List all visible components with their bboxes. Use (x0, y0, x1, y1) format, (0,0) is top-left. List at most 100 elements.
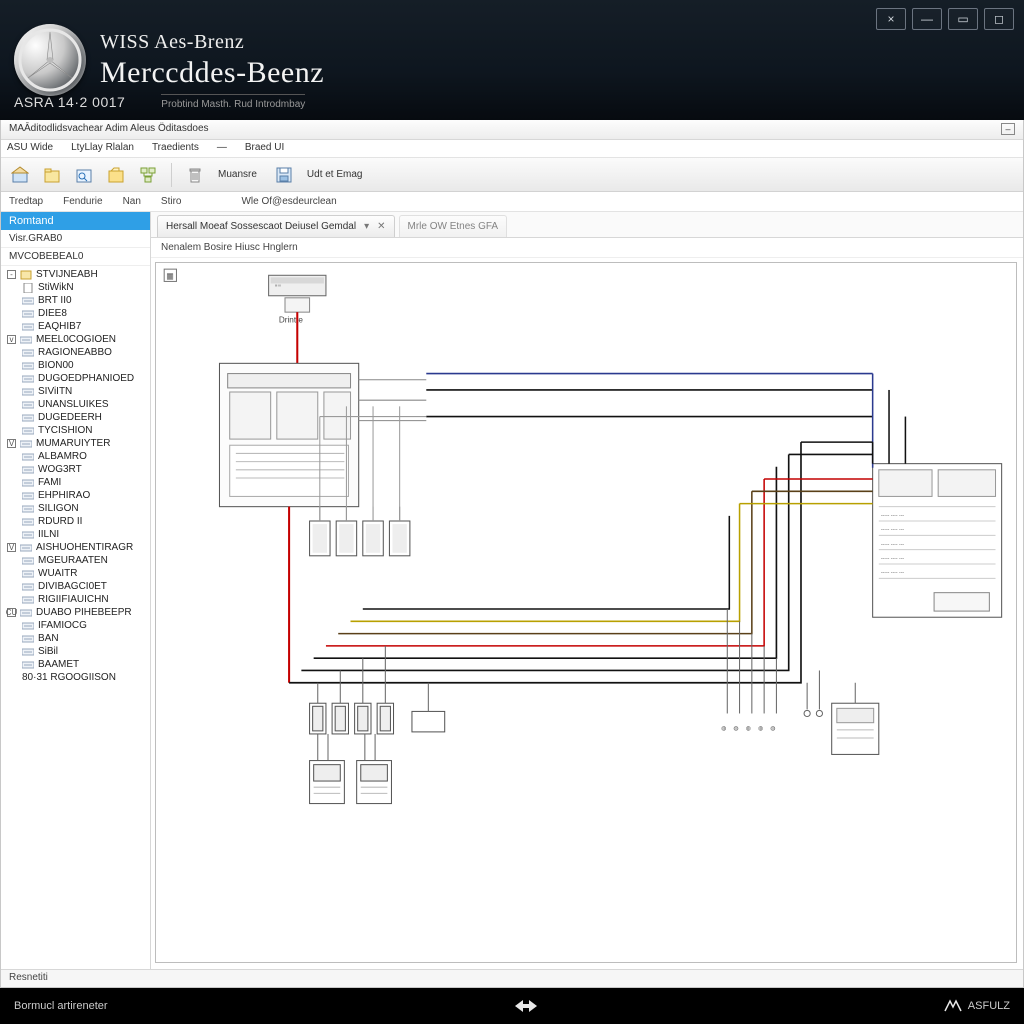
tree-item-20[interactable]: IILNI (1, 528, 150, 541)
tree-item-16[interactable]: FAMI (1, 476, 150, 489)
tree-toggle-icon[interactable]: V (7, 543, 16, 552)
tree-item-0[interactable]: -STVIJNEABH (1, 268, 150, 281)
tree-item-23[interactable]: WUAITR (1, 567, 150, 580)
tree-item-26[interactable]: CU DUABO PIHEBEEPR (1, 606, 150, 619)
document-tab-active[interactable]: Hersall Moeaf Sossescaot Deiusel Gemdal … (157, 215, 395, 237)
tree-toggle-icon[interactable]: V (7, 439, 16, 448)
tree-item-18[interactable]: SILIGON (1, 502, 150, 515)
breadcrumb: Nenalem Bosire Hiusc Hnglern (151, 238, 1023, 258)
subtool-4[interactable]: Wle Of@esdeurclean (241, 196, 336, 207)
tool-home-button[interactable] (7, 162, 33, 188)
tree-item-15[interactable]: WOG3RT (1, 463, 150, 476)
product-line: Probtind Masth. Rud Introdmbay (161, 94, 305, 110)
svg-text:----- ---- ---: ----- ---- --- (881, 527, 905, 533)
subtool-0[interactable]: Tredtap (9, 196, 43, 207)
svg-text:▦: ▦ (166, 271, 174, 280)
tree-item-17[interactable]: EHPHIRAO (1, 489, 150, 502)
footer-logo-icon (509, 995, 543, 1017)
document-tab-inactive[interactable]: Mrle OW Etnes GFA (399, 215, 508, 237)
svg-text:----- ---- ---: ----- ---- --- (881, 556, 905, 562)
tree-item-7[interactable]: BION00 (1, 359, 150, 372)
tree-item-label: MUMARUIYTER (36, 438, 110, 449)
tree-item-12[interactable]: TYCISHION (1, 424, 150, 437)
tree-item-27[interactable]: IFAMIOCG (1, 619, 150, 632)
tree-item-30[interactable]: BAAMET (1, 658, 150, 671)
svg-text:◍: ◍ (733, 725, 738, 732)
tree-item-9[interactable]: SIViITN (1, 385, 150, 398)
document-title: MAĀditodlidsvachear Adim Aleus Öditasdoe… (9, 123, 209, 136)
navigation-sidebar: Romtand Visr.GRAB0 MVCOBEBEAL0 -STVIJNEA… (1, 212, 151, 969)
window-maximize-button[interactable]: ◻ (984, 8, 1014, 30)
tree-toggle-icon[interactable]: v (7, 335, 16, 344)
titlebar-minimize-button[interactable]: – (1001, 123, 1015, 135)
tree-item-11[interactable]: DUGEDEERH (1, 411, 150, 424)
tool-folder-button[interactable] (103, 162, 129, 188)
tree-item-label: DUGOEDPHANIOED (38, 373, 134, 384)
svg-text:III III: III III (275, 284, 281, 288)
svg-text:◍: ◍ (758, 725, 763, 732)
tool-tree-button[interactable] (135, 162, 161, 188)
tree-item-label: SILIGON (38, 503, 79, 514)
tree-item-2[interactable]: BRT II0 (1, 294, 150, 307)
tool-save-button[interactable] (271, 162, 297, 188)
tree-item-label: WUAITR (38, 568, 77, 579)
tree-item-14[interactable]: ALBAMRO (1, 450, 150, 463)
tree-item-1[interactable]: StiWikN (1, 281, 150, 294)
tree-item-10[interactable]: UNANSLUIKES (1, 398, 150, 411)
window-help-button[interactable]: × (876, 8, 906, 30)
tree-item-label: TYCISHION (38, 425, 92, 436)
tree-item-22[interactable]: MGEURAATEN (1, 554, 150, 567)
tree-item-13[interactable]: V MUMARUIYTER (1, 437, 150, 450)
tree-item-8[interactable]: DUGOEDPHANIOED (1, 372, 150, 385)
tree-item-3[interactable]: DIEE8 (1, 307, 150, 320)
brand-logo (14, 24, 86, 96)
document-tabs: Hersall Moeaf Sossescaot Deiusel Gemdal … (151, 212, 1023, 238)
tree-item-6[interactable]: RAGIONEABBO (1, 346, 150, 359)
brand-line-2: Merccddes-Beenz (100, 56, 324, 90)
menu-item-1[interactable]: LtyLlay Rlalan (71, 142, 134, 155)
tab-close-button[interactable]: ✕ (377, 221, 385, 232)
tree-item-label: WOG3RT (38, 464, 82, 475)
tree-toggle-icon[interactable]: - (7, 270, 16, 279)
tool-browse-button[interactable] (71, 162, 97, 188)
tree-item-19[interactable]: RDURD II (1, 515, 150, 528)
sidebar-heading[interactable]: Romtand (1, 212, 150, 230)
tree-item-29[interactable]: SiBil (1, 645, 150, 658)
tree-item-25[interactable]: RIGIIFIAUICHN (1, 593, 150, 606)
tree-item-label: EAQHIB7 (38, 321, 81, 332)
svg-text:----- ---- ---: ----- ---- --- (881, 542, 905, 548)
tree-item-24[interactable]: DIVIBAGCI0ET (1, 580, 150, 593)
sidebar-sub-1[interactable]: Visr.GRAB0 (1, 230, 150, 248)
window-restore-button[interactable]: ▭ (948, 8, 978, 30)
svg-text:◍: ◍ (746, 725, 751, 732)
tree-item-4[interactable]: EAQHIB7 (1, 320, 150, 333)
svg-text:----- ---- ---: ----- ---- --- (881, 570, 905, 576)
wiring-diagram: III III Drintte (156, 263, 1016, 963)
tree-item-5[interactable]: vMEEL0COGIOEN (1, 333, 150, 346)
sidebar-sub-2[interactable]: MVCOBEBEAL0 (1, 248, 150, 266)
tree-item-31[interactable]: 80·31 RGOOGIISON (1, 671, 150, 684)
times-icon: × (887, 12, 894, 26)
tree-toggle-icon[interactable]: CU (7, 608, 16, 617)
tree-item-21[interactable]: VAISHUOHENTIRAGR (1, 541, 150, 554)
svg-text:◍: ◍ (770, 725, 775, 732)
footer-right-label: ASFULZ (968, 1000, 1010, 1012)
tool-delete-button[interactable] (182, 162, 208, 188)
app-window: MAĀditodlidsvachear Adim Aleus Öditasdoe… (0, 120, 1024, 988)
menu-item-0[interactable]: ASU Wide (7, 142, 53, 155)
tree-item-label: BRT II0 (38, 295, 72, 306)
maximize-icon: ◻ (994, 12, 1004, 26)
tree-item-28[interactable]: BAN (1, 632, 150, 645)
menu-item-2[interactable]: Traedients (152, 142, 199, 155)
tool-open-button[interactable] (39, 162, 65, 188)
window-minimize-button[interactable]: — (912, 8, 942, 30)
subtool-2[interactable]: Nan (123, 196, 141, 207)
subtool-3[interactable]: Stiro (161, 196, 182, 207)
toolbar-label-b: Udt et Emag (307, 169, 363, 180)
tree-item-label: BAAMET (38, 659, 79, 670)
menu-item-3[interactable]: — (217, 142, 227, 155)
tree-item-label: DUABO PIHEBEEPR (36, 607, 132, 618)
menu-item-4[interactable]: Braed UI (245, 142, 284, 155)
diagram-viewport[interactable]: III III Drintte (155, 262, 1017, 963)
subtool-1[interactable]: Fendurie (63, 196, 102, 207)
